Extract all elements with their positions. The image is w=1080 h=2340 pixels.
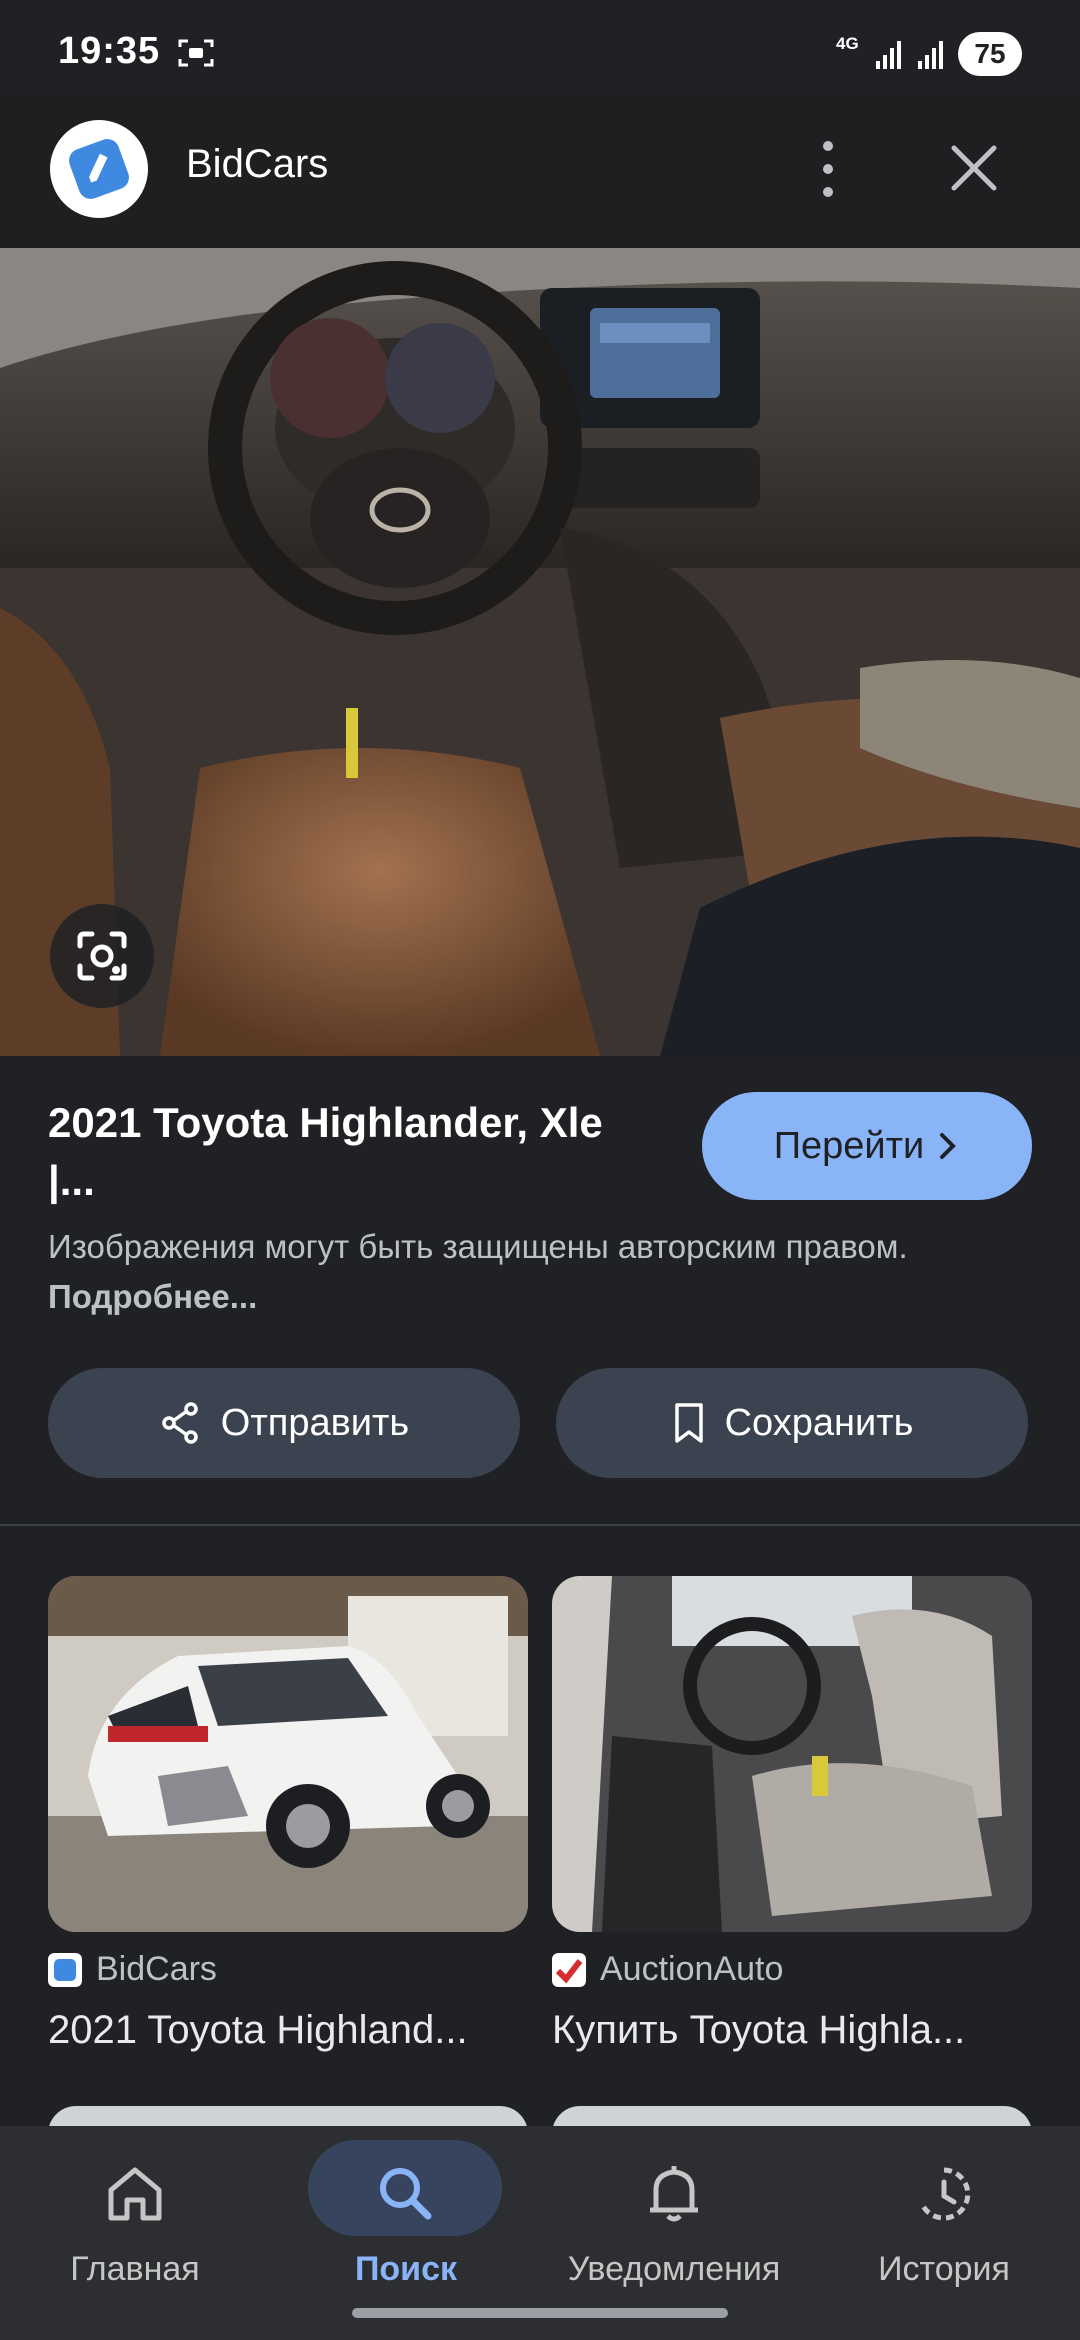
save-button[interactable]: Сохранить (556, 1368, 1028, 1478)
header (0, 90, 1080, 248)
nav-search-label: Поиск (354, 2250, 458, 2288)
home-icon (108, 2167, 162, 2221)
share-icon (162, 1402, 198, 1444)
interior-illustration (0, 248, 1080, 1056)
source-row-2[interactable]: AuctionAuto (552, 1950, 783, 1989)
bell-icon (650, 2166, 698, 2222)
more-vert-icon[interactable] (806, 132, 850, 206)
nav-notifications[interactable]: Уведомления (554, 2140, 794, 2290)
battery-indicator: 75 (958, 32, 1022, 76)
bidcars-favicon (48, 1952, 82, 1987)
network-type: 4G (836, 34, 859, 53)
pencil-icon (89, 153, 108, 183)
related-image-2[interactable] (552, 1576, 1032, 1932)
search-icon (380, 2168, 432, 2220)
visit-button[interactable]: Перейти (702, 1092, 1032, 1200)
nav-home-label: Главная (70, 2250, 200, 2288)
share-button-label: Отправить (220, 1401, 410, 1444)
damaged-car-illustration (48, 1576, 528, 1932)
lens-icon (77, 931, 127, 981)
divider (0, 1524, 1080, 1526)
related-image-1[interactable] (48, 1576, 528, 1932)
auctionauto-favicon (552, 1952, 586, 1987)
close-icon[interactable] (944, 138, 1004, 198)
more-info-link[interactable]: Подробнее... (48, 1278, 257, 1315)
chevron-right-icon (940, 1133, 957, 1159)
screenshot-icon (178, 39, 214, 67)
grey-interior-illustration (552, 1576, 1032, 1932)
related-title-1[interactable]: 2021 Toyota Highland... (48, 2008, 538, 2053)
share-button[interactable]: Отправить (48, 1368, 520, 1478)
save-button-label: Сохранить (724, 1401, 914, 1444)
status-time: 19:35 (58, 30, 161, 72)
site-name: BidCars (186, 142, 329, 186)
source-row-1[interactable]: BidCars (48, 1950, 217, 1989)
signal-icon (876, 41, 943, 69)
google-lens-button[interactable] (50, 904, 154, 1008)
result-title: 2021 Toyota Highlander, Xle |... (48, 1099, 603, 1204)
copyright-note: Изображения могут быть защищены авторски… (48, 1222, 1008, 1322)
copyright-text: Изображения могут быть защищены авторски… (48, 1228, 908, 1265)
source-name-2: AuctionAuto (600, 1950, 784, 1988)
home-indicator[interactable] (352, 2308, 728, 2318)
bidcars-logo-icon[interactable] (50, 120, 148, 218)
history-icon (919, 2167, 971, 2221)
nav-history-label: История (878, 2250, 1010, 2288)
nav-search[interactable]: Поиск (286, 2140, 526, 2290)
nav-notifications-label: Уведомления (567, 2250, 781, 2288)
related-title-2[interactable]: Купить Toyota Highla... (552, 2008, 1042, 2053)
nav-history[interactable]: История (824, 2140, 1064, 2290)
nav-home[interactable]: Главная (15, 2140, 255, 2290)
visit-button-label: Перейти (773, 1124, 925, 1167)
car-interior-image[interactable] (0, 248, 1080, 1056)
source-name-1: BidCars (96, 1950, 217, 1988)
bookmark-icon (674, 1403, 703, 1443)
